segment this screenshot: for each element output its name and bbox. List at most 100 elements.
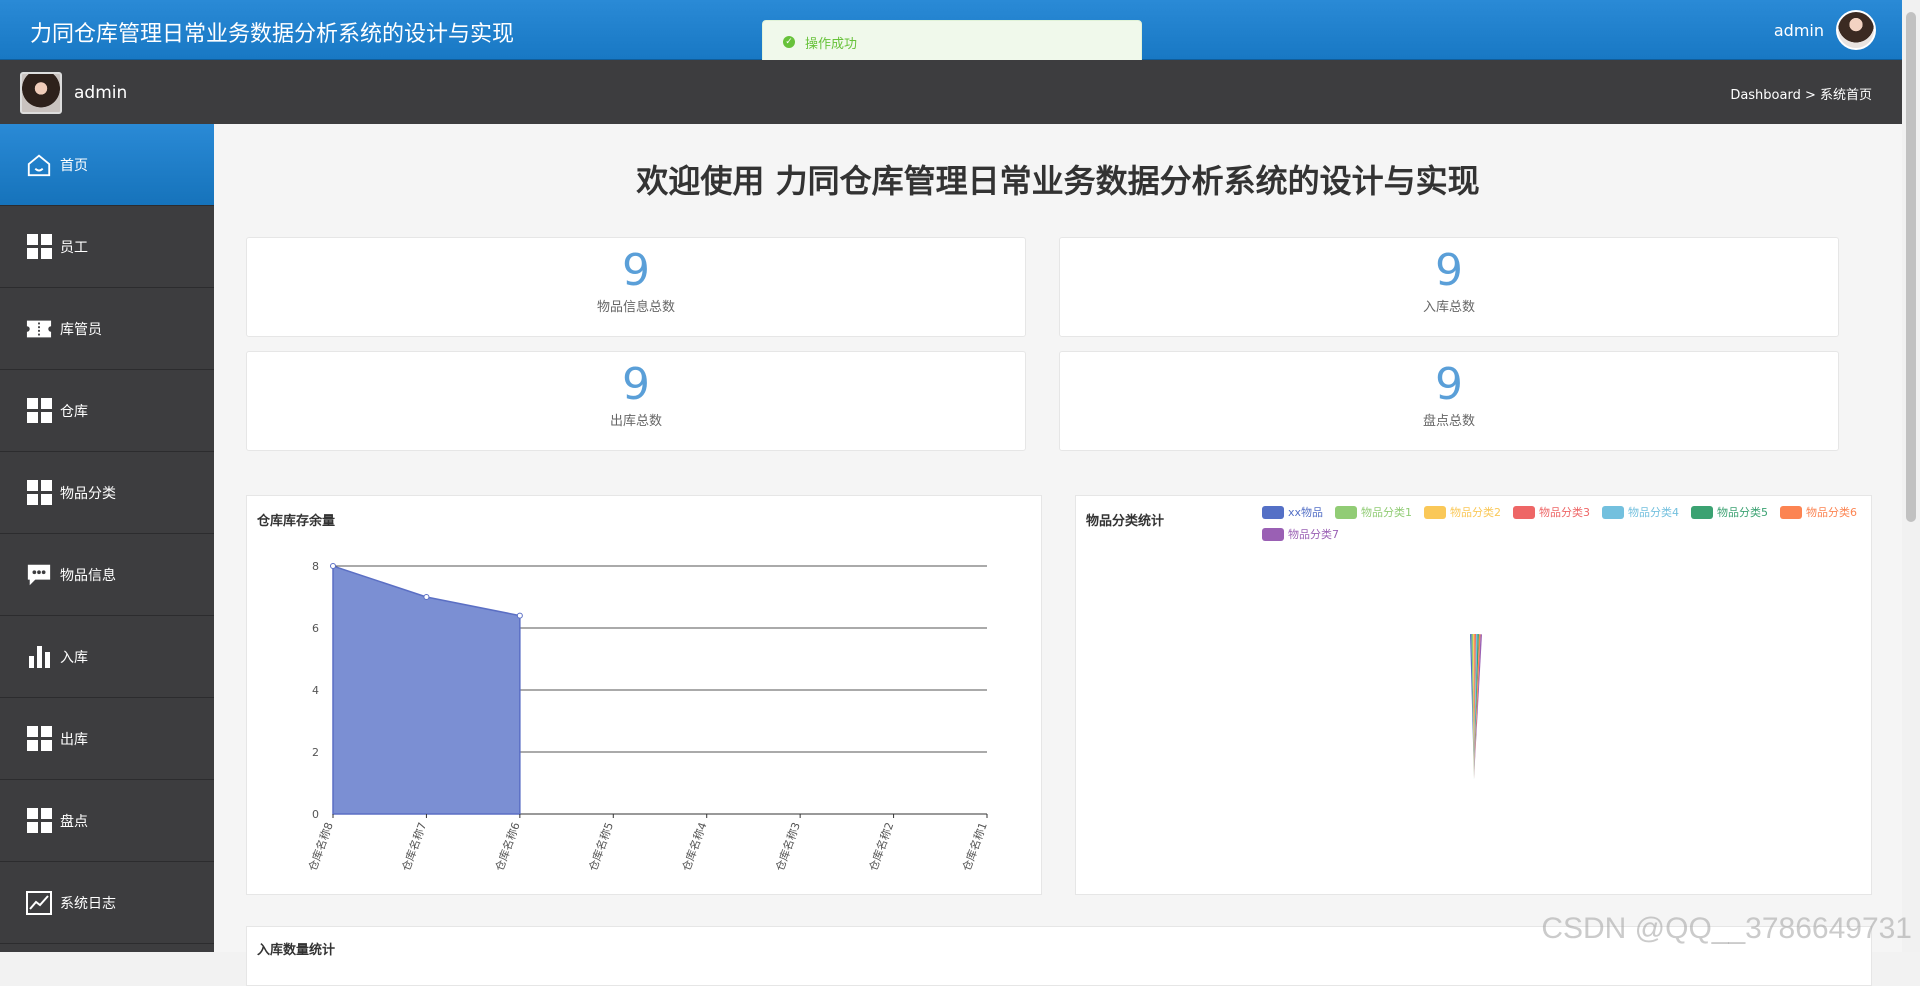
bar-chart-icon: [26, 644, 52, 670]
sidebar-item-category[interactable]: 物品分类: [0, 452, 214, 534]
pie-slice: [1474, 634, 1481, 779]
legend-label: xx物品: [1288, 506, 1324, 519]
x-tick-label: 仓库名称8: [305, 820, 336, 873]
sidebar-item-inventory[interactable]: 盘点: [0, 780, 214, 862]
legend-item[interactable]: 物品分类3: [1513, 504, 1590, 520]
sidebar-item-label: 首页: [60, 157, 88, 174]
category-pie-chart: [1470, 634, 1482, 779]
pie-slice: [1470, 634, 1474, 779]
breadcrumb: Dashboard > 系统首页: [1730, 88, 1872, 103]
legend-label: 物品分类6: [1806, 506, 1858, 519]
legend-item[interactable]: 物品分类4: [1602, 504, 1679, 520]
legend-swatch: [1262, 505, 1284, 519]
ticket-icon: [26, 316, 52, 342]
sidebar-item-inbound[interactable]: 入库: [0, 616, 214, 698]
legend-item[interactable]: 物品分类5: [1691, 504, 1768, 520]
stat-value: 9: [622, 359, 650, 410]
y-tick-label: 0: [312, 808, 319, 821]
sidebar-item-goods[interactable]: 物品信息: [0, 534, 214, 616]
x-tick-label: 仓库名称4: [679, 820, 710, 873]
app-title: 力同仓库管理日常业务数据分析系统的设计与实现: [30, 22, 515, 47]
panel-title: 入库数量统计: [257, 943, 336, 958]
warehouse-stock-chart-panel: 仓库库存余量 0 2 4 6 8 仓库名称8 仓库名称7 仓库名称6 仓库名称5 仓库名称4 仓库名…: [246, 495, 1042, 895]
sidebar-item-label: 出库: [60, 731, 88, 748]
x-tick-label: 仓库名称2: [866, 820, 897, 873]
y-tick-label: 8: [312, 560, 319, 573]
grid-icon: [26, 480, 52, 506]
stat-value: 9: [1435, 359, 1463, 410]
chart-legend: xx物品 物品分类1 物品分类2 物品分类3 物品分类4 物品分类5 物品分类6 物品分类7: [1262, 504, 1882, 542]
legend-label: 物品分类1: [1361, 506, 1413, 519]
home-icon: [26, 152, 52, 178]
sidebar-item-home[interactable]: 首页: [0, 124, 214, 206]
grid-icon: [26, 808, 52, 834]
chart-title: 物品分类统计: [1086, 514, 1165, 529]
data-point: [423, 594, 430, 600]
stat-label: 出库总数: [609, 414, 662, 429]
grid-icon: [26, 398, 52, 424]
page-scrollbar[interactable]: [1902, 0, 1920, 952]
legend-item[interactable]: 物品分类6: [1780, 504, 1857, 520]
legend-label: 物品分类2: [1450, 506, 1502, 519]
sidebar-item-warehouse[interactable]: 仓库: [0, 370, 214, 452]
check-circle-icon: ✓: [783, 36, 795, 48]
sidebar-item-label: 仓库: [60, 403, 88, 420]
y-tick-label: 6: [312, 622, 319, 635]
stat-value: 9: [1435, 245, 1463, 296]
legend-swatch: [1602, 505, 1625, 519]
sidebar-item-syslog[interactable]: 系统日志: [0, 862, 214, 944]
pie-slice: [1474, 634, 1478, 779]
x-tick-label: 仓库名称3: [772, 820, 803, 873]
toast-message: 操作成功: [805, 36, 858, 52]
pie-slice: [1474, 634, 1482, 779]
stat-card-outbound: 9 出库总数: [246, 351, 1026, 451]
stat-label: 入库总数: [1422, 300, 1475, 315]
scrollbar-thumb[interactable]: [1906, 12, 1916, 522]
sidebar-item-label: 物品分类: [60, 485, 116, 502]
legend-item[interactable]: 物品分类1: [1335, 504, 1412, 520]
category-stats-chart-panel: 物品分类统计 xx物品 物品分类1 物品分类2 物品分类3 物品分类4 物品分类5 物品分类…: [1075, 495, 1872, 895]
stat-card-inventory: 9 盘点总数: [1059, 351, 1839, 451]
sidebar-item-keeper[interactable]: 库管员: [0, 288, 214, 370]
stat-card-goods: 9 物品信息总数: [246, 237, 1026, 337]
stat-value: 9: [622, 245, 650, 296]
stat-card-inbound: 9 入库总数: [1059, 237, 1839, 337]
legend-swatch: [1780, 505, 1803, 519]
sidebar: 首页 员工 库管员 仓库 物品分类 物品信息 入库 出库 盘点 系统日志: [0, 124, 214, 952]
y-tick-label: 4: [312, 684, 319, 697]
sidebar-item-label: 库管员: [60, 321, 102, 338]
legend-item[interactable]: 物品分类2: [1424, 504, 1501, 520]
watermark: CSDN @QQ__3786649731: [1541, 912, 1912, 945]
area-series: [332, 564, 521, 815]
sidebar-item-label: 入库: [60, 649, 88, 666]
data-point: [330, 563, 336, 569]
legend-item[interactable]: xx物品: [1262, 504, 1323, 520]
pie-slice: [1471, 634, 1474, 779]
sidebar-item-outbound[interactable]: 出库: [0, 698, 214, 780]
legend-swatch: [1335, 505, 1358, 519]
stat-label: 物品信息总数: [596, 300, 675, 315]
y-tick-label: 2: [312, 746, 319, 759]
sidebar-item-label: 系统日志: [60, 895, 116, 912]
sidebar-item-label: 员工: [60, 239, 88, 256]
sidebar-item-staff[interactable]: 员工: [0, 206, 214, 288]
legend-swatch: [1424, 505, 1447, 519]
legend-label: 物品分类5: [1717, 506, 1769, 519]
pie-slice: [1473, 634, 1475, 779]
legend-label: 物品分类3: [1539, 506, 1591, 519]
header-user-menu[interactable]: admin: [1774, 10, 1876, 50]
pie-slice: [1474, 634, 1479, 779]
legend-item[interactable]: 物品分类7: [1262, 526, 1339, 542]
line-chart-icon: [26, 890, 52, 916]
success-toast: ✓ 操作成功: [762, 20, 1142, 64]
sidebar-username: admin: [74, 83, 128, 103]
page-title: 欢迎使用 力同仓库管理日常业务数据分析系统的设计与实现: [636, 162, 1480, 200]
sub-header: admin Dashboard > 系统首页: [0, 60, 1902, 124]
legend-swatch: [1513, 505, 1536, 519]
legend-swatch: [1262, 527, 1284, 541]
x-tick-label: 仓库名称6: [492, 820, 523, 873]
sidebar-item-label: 物品信息: [60, 567, 116, 584]
main-content: 欢迎使用 力同仓库管理日常业务数据分析系统的设计与实现 9 物品信息总数 9 入…: [214, 124, 1902, 986]
user-avatar: [20, 72, 62, 114]
avatar[interactable]: [1836, 10, 1876, 50]
